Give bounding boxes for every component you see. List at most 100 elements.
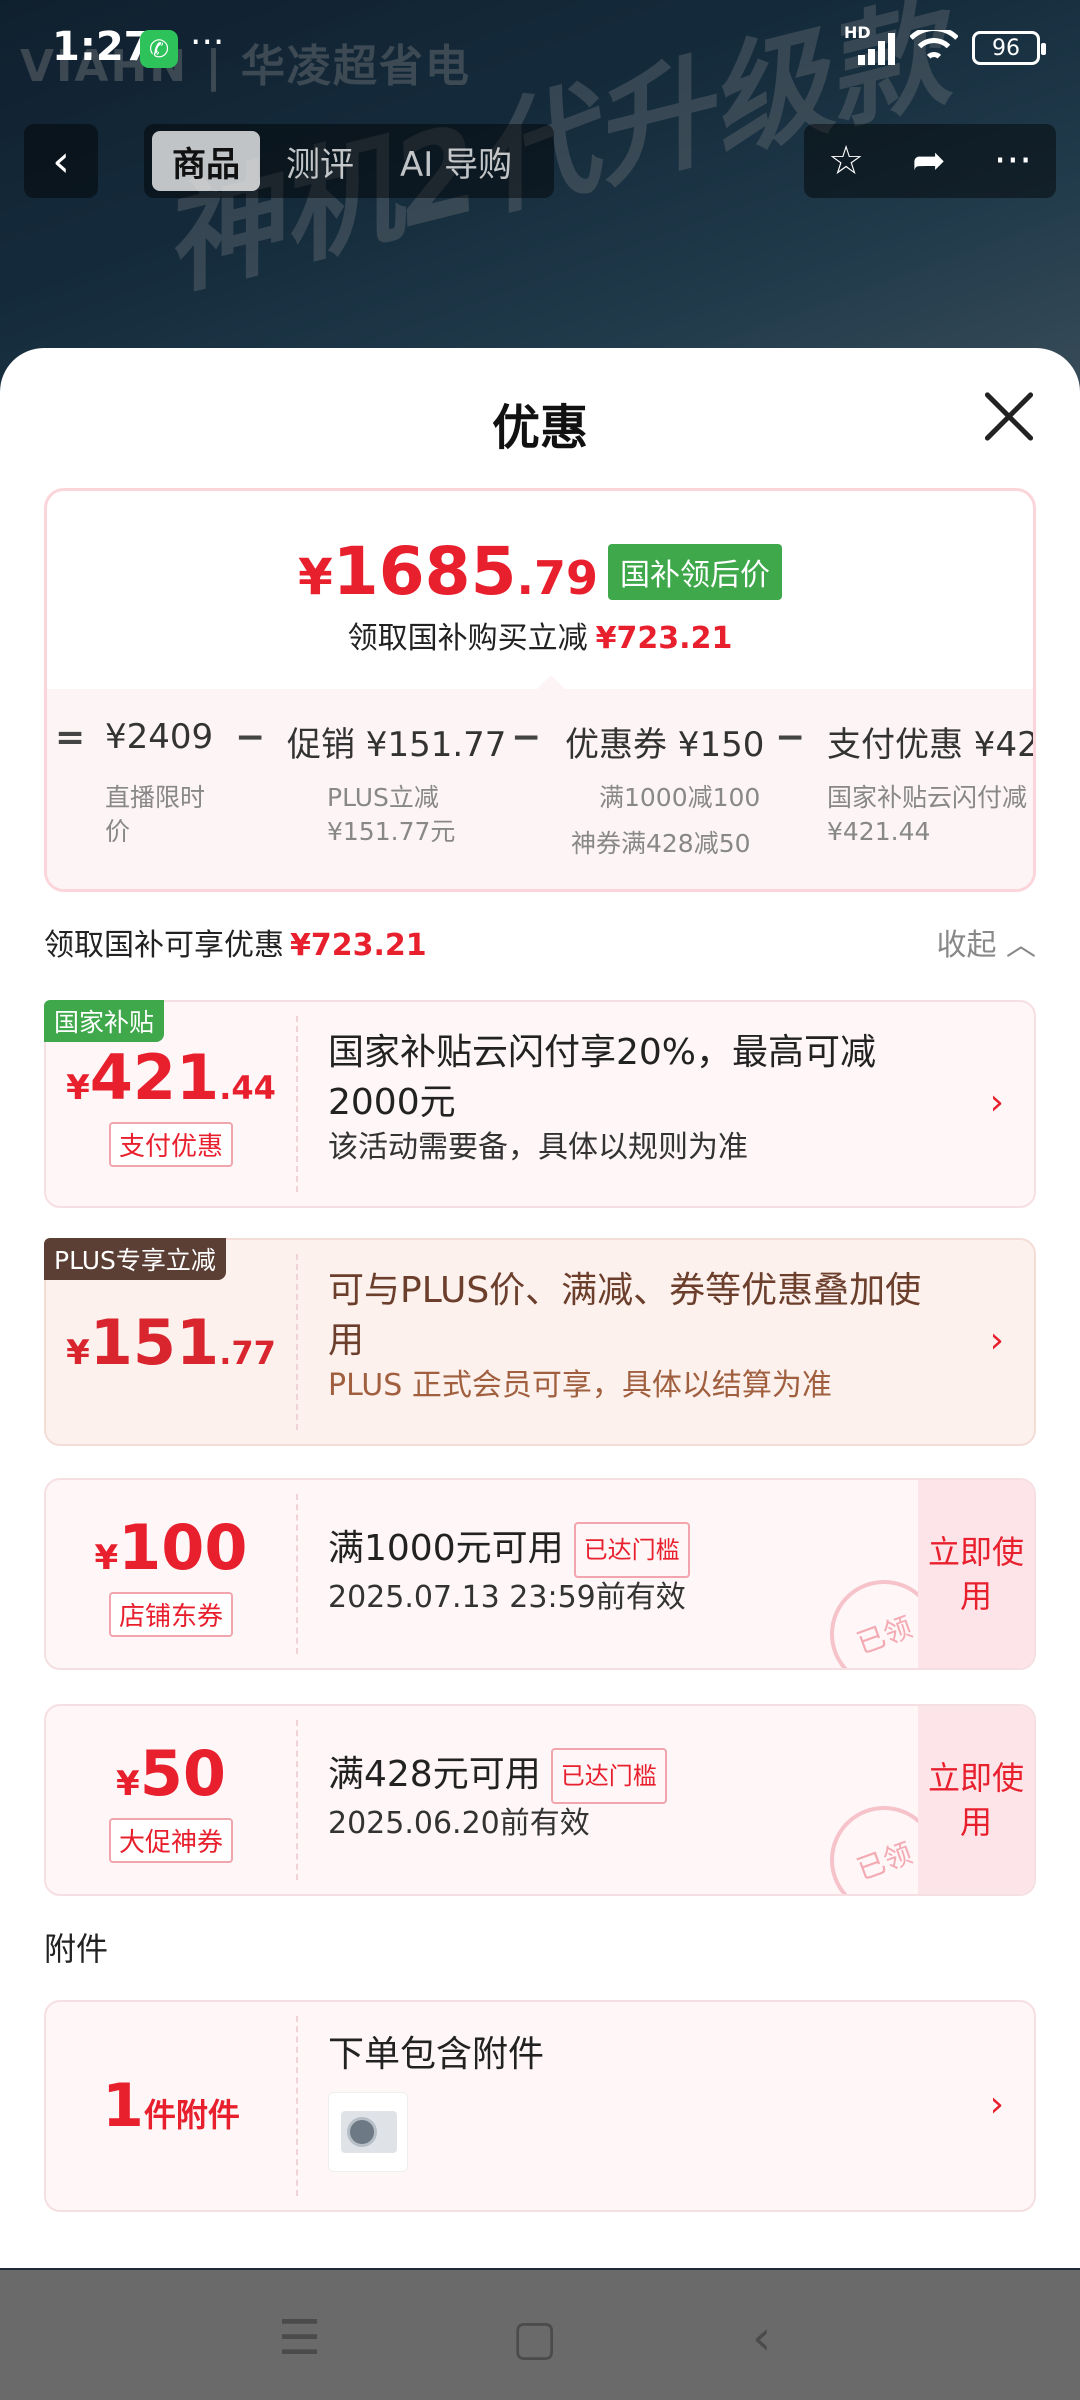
- use-now-button[interactable]: 立即使用: [918, 1480, 1034, 1668]
- offer-amount-block: ¥100 店铺东券: [46, 1480, 296, 1668]
- back-nav-icon[interactable]: ‹: [752, 2310, 771, 2366]
- section-amount: ¥723.21: [290, 928, 427, 963]
- back-button[interactable]: ‹: [24, 124, 98, 198]
- wechat-icon: ✆: [140, 30, 178, 68]
- offer-amount-dec: .44: [219, 1069, 276, 1107]
- breakdown-payment: 支付优惠 ¥42: [827, 725, 1036, 765]
- price-subtitle: 领取国补购买立减 ¥723.21: [47, 613, 1033, 657]
- use-now-button[interactable]: 立即使用: [918, 1706, 1034, 1894]
- breakdown-note: 国家补贴云闪付减: [827, 783, 1028, 812]
- network-type: HD: [844, 23, 871, 42]
- breakdown-op: =: [55, 717, 86, 758]
- home-icon[interactable]: ▢: [512, 2310, 557, 2366]
- threshold-reached-badge: 已达门槛: [550, 1748, 667, 1804]
- offer-title: 国家补贴云闪付享20%，最高可减2000元: [328, 1032, 877, 1123]
- offer-national-subsidy[interactable]: 国家补贴 ¥421.44 支付优惠 国家补贴云闪付享20%，最高可减2000元 …: [44, 1000, 1036, 1208]
- section-title-text: 领取国补可享优惠: [44, 928, 284, 963]
- more-icon[interactable]: ···: [994, 138, 1032, 184]
- offer-plus-discount[interactable]: PLUS专享立减 ¥151.77 可与PLUS价、满减、券等优惠叠加使用 PLU…: [44, 1238, 1036, 1446]
- offer-mega-coupon: ¥50 大促神券 满428元可用 已达门槛 2025.06.20前有效 已领 立即…: [44, 1704, 1036, 1896]
- offer-amount-int: 50: [139, 1737, 226, 1810]
- sheet-title: 优惠: [491, 400, 588, 456]
- close-icon[interactable]: [982, 390, 1036, 444]
- offer-title: 可与PLUS价、满减、券等优惠叠加使用: [328, 1270, 922, 1361]
- offer-amount-symbol: ¥: [66, 1068, 90, 1108]
- status-time: 1:27: [52, 24, 152, 70]
- offer-title: 满428元可用: [328, 1754, 541, 1795]
- offer-desc: PLUS 正式会员可享，具体以结算为准: [328, 1368, 832, 1403]
- offer-amount-symbol: ¥: [94, 1538, 119, 1578]
- outdoor-unit-thumbnail[interactable]: [328, 2092, 408, 2172]
- nav-tabs: 商品 测评 AI 导购: [144, 124, 554, 198]
- offer-amount-int: 100: [118, 1511, 248, 1584]
- tab-ai-guide[interactable]: AI 导购: [380, 131, 532, 191]
- chevron-right-icon[interactable]: ›: [990, 2084, 1004, 2125]
- breakdown-note: 价: [105, 817, 131, 846]
- breakdown-promo: 促销 ¥151.77: [287, 725, 507, 765]
- offer-title-line: 满1000元可用 已达门槛: [328, 1522, 954, 1578]
- more-notifications-icon: ···: [190, 22, 225, 63]
- offer-details: 国家补贴云闪付享20%，最高可减2000元 该活动需要备，具体以规则为准: [328, 1028, 954, 1168]
- attachment-count-unit: 件附件: [143, 2096, 240, 2134]
- chevron-right-icon[interactable]: ›: [990, 1082, 1004, 1123]
- signal-icon: HD: [844, 23, 896, 65]
- favorite-star-icon[interactable]: ☆: [828, 138, 864, 184]
- breakdown-coupon: 优惠券 ¥150: [565, 725, 765, 765]
- attachment-card[interactable]: 1 件附件 下单包含附件 ›: [44, 2000, 1036, 2212]
- attachment-details: 下单包含附件: [328, 2030, 954, 2172]
- offer-title-line: 满428元可用 已达门槛: [328, 1748, 954, 1804]
- collapse-button[interactable]: 收起 ︿: [936, 920, 1036, 964]
- offer-amount: ¥151.77: [66, 1306, 276, 1379]
- offer-amount: ¥421.44: [66, 1041, 276, 1114]
- top-nav: ‹ 商品 测评 AI 导购 ☆ ➦ ···: [0, 124, 1080, 200]
- tab-review[interactable]: 测评: [266, 131, 374, 191]
- offer-type-tag: 店铺东券: [108, 1592, 233, 1637]
- chevron-up-icon: ︿: [1006, 928, 1036, 963]
- system-nav-bar: ☰ ▢ ‹: [0, 2270, 1080, 2400]
- breakdown-note: PLUS立减: [327, 783, 439, 812]
- share-icon[interactable]: ➦: [912, 138, 946, 184]
- battery-icon: 96: [972, 31, 1046, 65]
- price-subtitle-amount: ¥723.21: [595, 621, 733, 656]
- subsidy-price-badge: 国补领后价: [608, 543, 782, 600]
- offer-type-tag: 大促神券: [108, 1818, 233, 1863]
- price-symbol: ¥: [298, 548, 333, 606]
- chevron-right-icon[interactable]: ›: [990, 1320, 1004, 1361]
- price-subtitle-text: 领取国补购买立减: [347, 621, 588, 656]
- tab-product[interactable]: 商品: [152, 131, 260, 191]
- offer-amount-block: ¥421.44 支付优惠: [46, 1002, 296, 1206]
- offers-sheet: 优惠 ¥ 1685 .79 国补领后价 领取国补购买立减 ¥723.21 = ¥2…: [0, 348, 1080, 2268]
- subsidy-section-header: 领取国补可享优惠 ¥723.21 收起 ︿: [44, 920, 1036, 970]
- price-breakdown: = ¥2409 − 促销 ¥151.77 − 优惠券 ¥150 − 支付优惠 ¥…: [47, 675, 1036, 889]
- breakdown-note: 满1000减100: [599, 783, 761, 812]
- breakdown-note: 直播限时: [105, 783, 206, 812]
- status-bar: 1:27 ✆ ··· HD 96: [0, 0, 1080, 100]
- section-title: 领取国补可享优惠 ¥723.21: [44, 928, 427, 963]
- breakdown-note: ¥421.44: [827, 817, 931, 846]
- price-summary-card: ¥ 1685 .79 国补领后价 领取国补购买立减 ¥723.21 = ¥2409…: [44, 488, 1036, 892]
- offer-title: 满1000元可用: [328, 1528, 564, 1569]
- attachment-count-block: 1 件附件: [46, 2002, 296, 2210]
- offer-amount-int: 151: [89, 1305, 220, 1379]
- menu-icon[interactable]: ☰: [278, 2310, 321, 2366]
- offer-amount-block: ¥151.77: [46, 1240, 296, 1444]
- offer-amount-dec: .77: [219, 1333, 276, 1372]
- price-decimal: .79: [516, 551, 599, 605]
- wifi-icon: [910, 30, 958, 66]
- status-right: HD 96: [844, 23, 1046, 66]
- offer-details: 可与PLUS价、满减、券等优惠叠加使用 PLUS 正式会员可享，具体以结算为准: [328, 1266, 954, 1406]
- offer-amount-int: 421: [89, 1041, 220, 1114]
- breakdown-note: 神券满428减50: [571, 829, 751, 858]
- breakdown-op: −: [511, 717, 542, 758]
- final-price: ¥ 1685 .79 国补领后价: [47, 533, 1033, 610]
- offer-desc: 该活动需要备，具体以规则为准: [328, 1130, 748, 1165]
- attachment-title: 下单包含附件: [328, 2034, 545, 2075]
- attachment-count-number: 1: [102, 2071, 144, 2141]
- offer-type-tag: 支付优惠: [108, 1122, 233, 1167]
- offer-amount: ¥50: [116, 1737, 226, 1810]
- breakdown-op: −: [775, 717, 806, 758]
- offer-amount: ¥100: [94, 1511, 247, 1584]
- collapse-label: 收起: [936, 928, 997, 963]
- nav-actions: ☆ ➦ ···: [804, 124, 1056, 198]
- attachments-label: 附件: [44, 1930, 109, 1968]
